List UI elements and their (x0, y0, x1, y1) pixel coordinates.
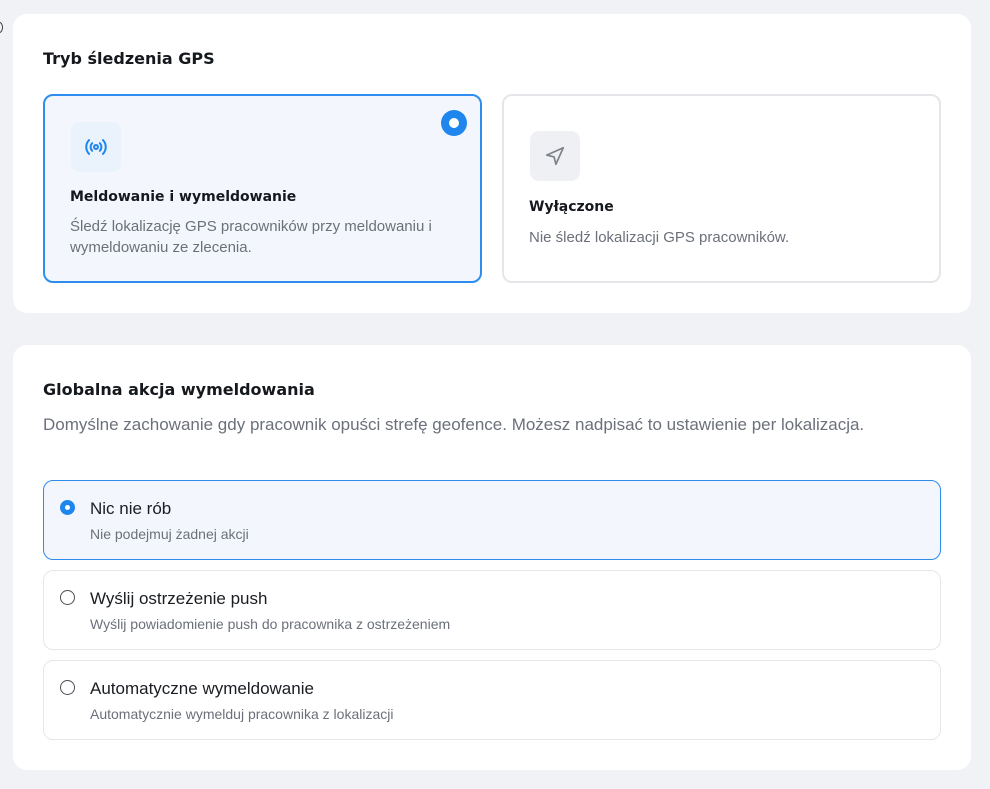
action-option-do-nothing[interactable]: Nic nie rób Nie podejmuj żadnej akcji (43, 480, 941, 560)
action-option-description: Wyślij powiadomienie push do pracownika … (90, 616, 451, 632)
action-option-push-warning[interactable]: Wyślij ostrzeżenie push Wyślij powiadomi… (43, 570, 941, 650)
action-section-description: Domyślne zachowanie gdy pracownik opuści… (43, 415, 865, 434)
selected-check-icon (441, 110, 467, 136)
action-option-description: Nie podejmuj żadnej akcji (90, 526, 249, 542)
gps-mode-title: Wyłączone (529, 199, 614, 215)
navigation-arrow-icon (530, 131, 580, 181)
gps-section-title: Tryb śledzenia GPS (43, 49, 215, 68)
action-option-label: Automatyczne wymeldowanie (90, 679, 314, 698)
action-option-description: Automatycznie wymelduj pracownika z loka… (90, 706, 394, 722)
gps-tracking-card: Tryb śledzenia GPS Meldowanie i wymeldow… (13, 14, 971, 313)
gps-mode-description: Nie śledź lokalizacji GPS pracowników. (529, 229, 790, 246)
radio-button[interactable] (60, 500, 75, 515)
edge-handle-icon (0, 22, 3, 33)
radio-button[interactable] (60, 680, 75, 695)
radio-button[interactable] (60, 590, 75, 605)
gps-mode-disabled[interactable]: Wyłączone Nie śledź lokalizacji GPS prac… (502, 94, 941, 283)
action-option-label: Nic nie rób (90, 499, 172, 518)
action-option-auto-checkout[interactable]: Automatyczne wymeldowanie Automatycznie … (43, 660, 941, 740)
checkout-action-card: Globalna akcja wymeldowania Domyślne zac… (13, 345, 971, 770)
gps-mode-checkin-checkout[interactable]: Meldowanie i wymeldowanie Śledź lokaliza… (43, 94, 482, 283)
broadcast-icon (71, 122, 121, 172)
action-section-title: Globalna akcja wymeldowania (43, 380, 315, 399)
gps-mode-title: Meldowanie i wymeldowanie (70, 189, 297, 205)
action-option-label: Wyślij ostrzeżenie push (90, 589, 268, 608)
gps-mode-description: Śledź lokalizację GPS pracowników przy m… (70, 218, 432, 256)
